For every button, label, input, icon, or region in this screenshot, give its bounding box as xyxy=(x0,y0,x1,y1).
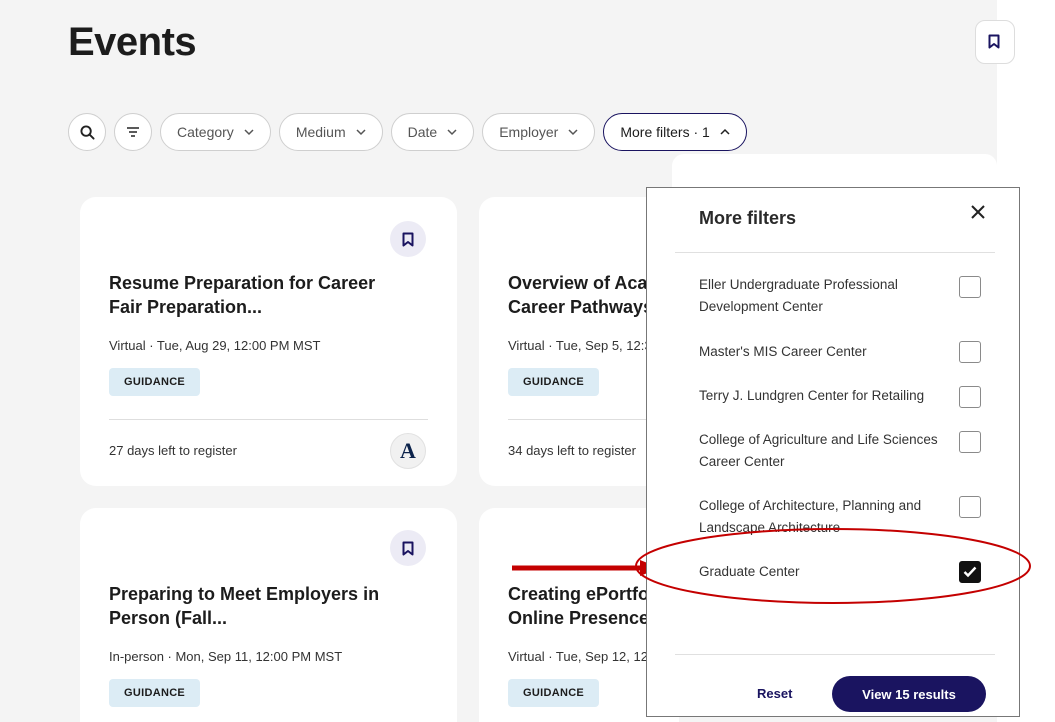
chevron-down-icon xyxy=(244,129,254,136)
category-tag: GUIDANCE xyxy=(109,679,201,707)
search-icon xyxy=(79,124,95,140)
card-divider xyxy=(109,419,428,420)
filter-option-label: Eller Undergraduate Professional Develop… xyxy=(699,277,898,314)
event-meta: Virtual · Tue, Sep 5, 12:30 xyxy=(508,338,659,353)
sort-icon xyxy=(127,127,139,137)
date-filter-label: Date xyxy=(407,124,438,140)
saved-events-button[interactable] xyxy=(975,20,1015,64)
registration-deadline: 27 days left to register xyxy=(109,443,237,458)
employer-filter[interactable]: Employer xyxy=(482,113,596,151)
event-card[interactable]: Resume Preparation for Career Fair Prepa… xyxy=(80,197,457,486)
category-filter[interactable]: Category xyxy=(160,113,271,151)
chevron-down-icon xyxy=(568,129,578,136)
category-tag: GUIDANCE xyxy=(508,368,600,396)
category-tag: GUIDANCE xyxy=(109,368,201,396)
date-filter[interactable]: Date xyxy=(390,113,475,151)
filter-option-label: College of Agriculture and Life Sciences… xyxy=(699,432,938,469)
filter-option-label: Terry J. Lundgren Center for Retailing xyxy=(699,388,925,403)
more-filters-panel: More filters Eller Undergraduate Profess… xyxy=(646,187,1020,717)
bookmark-icon xyxy=(988,34,1000,49)
filter-option-label: Master's MIS Career Center xyxy=(699,344,867,359)
close-button[interactable] xyxy=(963,197,993,227)
bookmark-icon xyxy=(402,541,414,555)
medium-filter-label: Medium xyxy=(295,124,346,140)
panel-title: More filters xyxy=(699,208,797,228)
chevron-down-icon xyxy=(356,129,366,136)
event-card[interactable]: Preparing to Meet Employers in Person (F… xyxy=(80,508,457,722)
filter-bar: Category Medium Date Employer More filte… xyxy=(68,112,747,152)
filter-option-checkbox[interactable] xyxy=(959,276,981,298)
medium-filter[interactable]: Medium xyxy=(278,113,383,151)
more-filters-button[interactable]: More filters · 1 xyxy=(603,113,747,151)
event-meta: In-person · Mon, Sep 11, 12:00 PM MST xyxy=(109,649,343,664)
chevron-down-icon xyxy=(447,129,457,136)
view-results-button[interactable]: View 15 results xyxy=(832,676,986,712)
filter-option-checkbox[interactable] xyxy=(959,496,981,518)
registration-deadline: 34 days left to register xyxy=(508,443,636,458)
event-meta: Virtual · Tue, Aug 29, 12:00 PM MST xyxy=(109,338,321,353)
chevron-up-icon xyxy=(720,128,730,135)
reset-button[interactable]: Reset xyxy=(757,686,792,701)
employer-filter-label: Employer xyxy=(499,124,559,140)
bookmark-button[interactable] xyxy=(390,221,426,257)
sort-button[interactable] xyxy=(114,113,152,151)
more-filters-label: More filters · 1 xyxy=(620,124,710,140)
category-tag: GUIDANCE xyxy=(508,679,600,707)
filter-option-checkbox[interactable] xyxy=(959,431,981,453)
close-icon xyxy=(971,205,985,219)
annotation-highlight-icon xyxy=(635,528,1031,604)
page-title: Events xyxy=(68,20,197,64)
search-button[interactable] xyxy=(68,113,106,151)
panel-divider xyxy=(675,654,995,655)
bookmark-button[interactable] xyxy=(390,530,426,566)
category-filter-label: Category xyxy=(177,124,234,140)
event-meta: Virtual · Tue, Sep 12, 12:3 xyxy=(508,649,659,664)
bookmark-icon xyxy=(402,232,414,246)
panel-divider xyxy=(675,252,995,253)
employer-logo: A xyxy=(390,433,426,469)
event-title[interactable]: Preparing to Meet Employers in Person (F… xyxy=(109,582,409,630)
filter-option-checkbox[interactable] xyxy=(959,341,981,363)
event-title[interactable]: Resume Preparation for Career Fair Prepa… xyxy=(109,271,409,319)
filter-option-checkbox[interactable] xyxy=(959,386,981,408)
